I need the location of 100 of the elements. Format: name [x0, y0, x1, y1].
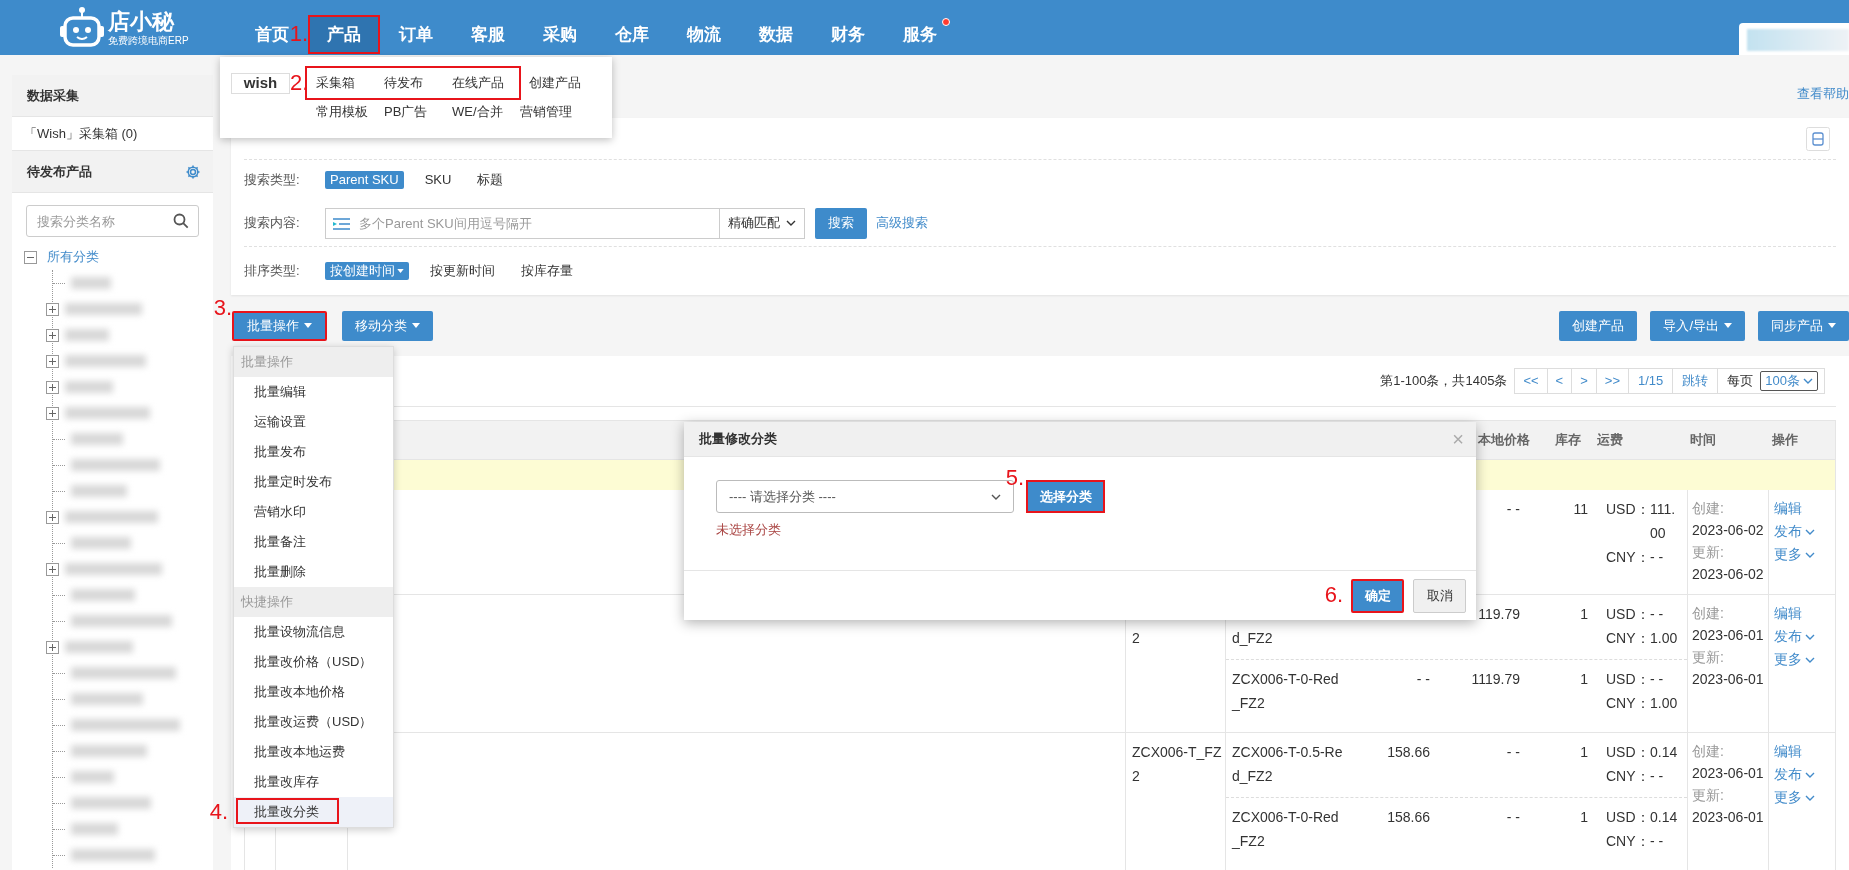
menu-item[interactable]: WE/合并 [452, 102, 520, 122]
menu-item[interactable]: 批量改分类 [234, 797, 393, 827]
step-number: 1. [289, 23, 308, 45]
menu-item[interactable]: 批量改本地价格 [234, 677, 393, 707]
menu-item[interactable]: 运输设置 [234, 407, 393, 437]
expand-icon[interactable] [46, 640, 59, 654]
menu-item[interactable]: PB广告 [384, 102, 452, 122]
dialog-button[interactable]: 确定 [1351, 578, 1404, 613]
page-button[interactable]: > [1572, 369, 1597, 393]
shipping-label: CNY： [1606, 767, 1650, 786]
chevron-down-icon [1805, 528, 1815, 535]
collapse-icon[interactable] [24, 250, 37, 264]
toolbar-button[interactable]: 同步产品 [1758, 310, 1849, 341]
menu-item[interactable]: 批量设物流信息 [234, 617, 393, 647]
nav-tab[interactable]: 采购 [524, 15, 596, 54]
menu-item[interactable]: 在线产品 [452, 73, 510, 93]
menu-item[interactable]: 批量发布 [234, 437, 393, 467]
nav-tab[interactable]: 服务 [884, 15, 956, 54]
time-label: 更新: [1692, 648, 1725, 667]
search-button[interactable]: 搜索 [815, 207, 867, 239]
chevron-down-icon [1805, 794, 1815, 801]
advanced-search-link[interactable]: 高级搜索 [876, 213, 928, 233]
menu-item[interactable]: 待发布 [384, 73, 452, 93]
menu-item[interactable]: 营销管理 [520, 102, 588, 122]
action-link[interactable]: 发布 [1774, 520, 1835, 543]
toolbar-button[interactable]: 批量操作 [232, 310, 327, 341]
jump-button[interactable]: 跳转 [1673, 369, 1719, 393]
expand-icon[interactable] [46, 328, 59, 342]
shipping-value: 1.00 [1650, 629, 1679, 648]
toolbar-button[interactable]: 创建产品 [1559, 310, 1638, 341]
dialog-button[interactable]: 取消 [1413, 578, 1466, 613]
match-select[interactable]: 精确匹配 [720, 207, 805, 239]
action-link[interactable]: 编辑 [1774, 740, 1835, 763]
sort-option[interactable]: 按更新时间 [425, 262, 500, 280]
shipping-label: USD： [1606, 500, 1650, 519]
per-page-select[interactable]: 100条 [1760, 371, 1818, 391]
expand-icon[interactable] [46, 406, 59, 420]
toolbar-button[interactable]: 导入/导出 [1650, 310, 1745, 341]
nav-tab[interactable]: 物流 [668, 15, 740, 54]
menu-item[interactable]: 批量备注 [234, 527, 393, 557]
nav-tab[interactable]: 仓库 [596, 15, 668, 54]
price-text: 158.66 [1387, 744, 1430, 760]
expand-icon[interactable] [46, 354, 59, 368]
column-header: 库存 [1555, 431, 1582, 450]
filter-option[interactable]: SKU [419, 171, 457, 189]
logo-tagline: 免费跨境电商ERP [108, 34, 189, 47]
menu-item[interactable]: 常用模板 [316, 102, 384, 122]
help-link[interactable]: 查看帮助 [1797, 84, 1849, 104]
menu-item[interactable]: 营销水印 [234, 497, 393, 527]
action-link[interactable]: 更多 [1774, 648, 1835, 671]
platform-tab[interactable]: wish [231, 72, 290, 94]
toolbar-button[interactable]: 移动分类 [342, 310, 433, 341]
menu-item[interactable]: 批量改价格（USD） [234, 647, 393, 677]
filter-label: 搜索内容: [244, 214, 301, 233]
price-text: - - [1416, 671, 1430, 687]
date-text: 2023-06-01 [1692, 808, 1765, 827]
action-link[interactable]: 编辑 [1774, 497, 1835, 520]
record-count: 第1-100条，共1405条 [1380, 372, 1508, 391]
menu-item[interactable]: 批量删除 [234, 557, 393, 587]
filter-option[interactable]: 标题 [472, 171, 509, 189]
tree-item[interactable]: 所有分类 [47, 247, 99, 267]
menu-item[interactable]: 批量改本地运费 [234, 737, 393, 767]
category-search-field[interactable]: 搜索分类名称 [26, 205, 199, 237]
menu-item[interactable]: 采集箱 [316, 73, 384, 93]
expand-icon[interactable] [46, 562, 59, 576]
action-link[interactable]: 编辑 [1774, 602, 1835, 625]
filter-option[interactable]: Parent SKU [325, 171, 404, 189]
action-link[interactable]: 更多 [1774, 786, 1835, 809]
search-field[interactable]: 多个Parent SKU间用逗号隔开 [325, 207, 720, 239]
caret-icon [1724, 323, 1732, 328]
nav-tab[interactable]: 财务 [812, 15, 884, 54]
expand-icon[interactable] [46, 510, 59, 524]
action-link[interactable]: 发布 [1774, 625, 1835, 648]
menu-item[interactable]: 批量编辑 [234, 377, 393, 407]
sku-text: d_FZ2 [1232, 629, 1274, 648]
nav-tab[interactable]: 订单 [380, 15, 452, 54]
page-button[interactable]: << [1515, 369, 1548, 393]
menu-item[interactable]: 批量定时发布 [234, 467, 393, 497]
search-icon[interactable] [173, 213, 189, 229]
choose-category-button[interactable]: 选择分类 [1026, 480, 1105, 513]
expand-icon[interactable] [46, 380, 59, 394]
action-link[interactable]: 发布 [1774, 763, 1835, 786]
expand-icon[interactable] [46, 302, 59, 316]
nav-tab[interactable]: 产品 [308, 15, 380, 54]
close-button[interactable]: × [1452, 429, 1464, 449]
settings-icon[interactable] [185, 163, 201, 180]
shipping-value: 1.00 [1650, 694, 1679, 713]
nav-tab[interactable]: 客服 [452, 15, 524, 54]
sort-option[interactable]: 按库存量 [516, 262, 578, 280]
menu-item[interactable]: 创建产品 [529, 73, 597, 93]
collapse-panel-icon[interactable] [1806, 126, 1830, 151]
page-button[interactable]: >> [1596, 369, 1629, 393]
sort-option[interactable]: 按创建时间 [325, 262, 409, 280]
nav-tab[interactable]: 数据 [740, 15, 812, 54]
menu-item[interactable]: 批量改库存 [234, 767, 393, 797]
chevron-down-icon [1803, 378, 1813, 384]
menu-item[interactable]: 批量改运费（USD） [234, 707, 393, 737]
page-button[interactable]: < [1547, 369, 1573, 393]
shipping-label: USD： [1606, 670, 1650, 689]
action-link[interactable]: 更多 [1774, 543, 1835, 566]
